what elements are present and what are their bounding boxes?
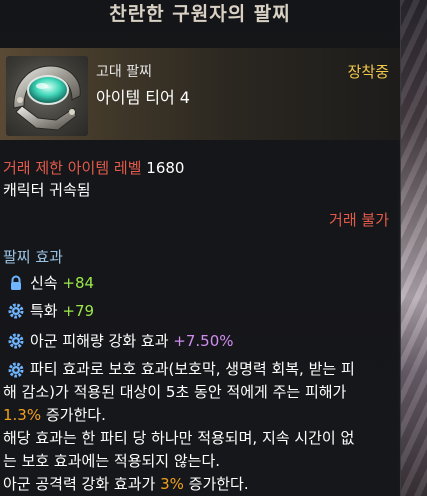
trade-restriction-level: 거래 제한 아이템 레벨 1680: [3, 157, 184, 178]
effect-text-line: 는 보호 효과에는 적용되지 않는다.: [3, 452, 221, 470]
trade-level-value: 1680: [146, 159, 185, 177]
lock-icon: [8, 275, 24, 291]
stat-value: +79: [62, 301, 95, 320]
stat-value: +7.50%: [173, 331, 234, 350]
stat-name: 특화: [30, 302, 58, 320]
effects-header: 팔찌 효과: [3, 248, 63, 266]
item-tooltip: 찬란한 구원자의 팔찌 고대 팔찌 아이템 티어 4 장착중 거래 제한 아이템…: [0, 0, 401, 496]
effect-text-line: 1.3% 증가한다.: [3, 404, 395, 427]
no-trade-status: 거래 불가: [329, 211, 389, 229]
effect-text-fragment: 아군 공격력 강화 효과가: [3, 475, 161, 493]
gear-icon: [8, 362, 24, 378]
special-effect-text: 파티 효과로 보호 효과(보호막, 생명력 회복, 받는 피 해 감소)가 적용…: [3, 358, 395, 496]
effect-text-fragment: 증가한다.: [183, 475, 249, 493]
item-tier: 아이템 티어 4: [96, 88, 190, 107]
gear-icon: [8, 333, 24, 349]
effect-text-line: 해 감소)가 적용된 대상이 5초 동안 적에게 주는 피해가: [3, 383, 347, 401]
bracelet-icon: [6, 56, 88, 136]
trade-level-label: 거래 제한 아이템 레벨: [3, 159, 142, 177]
item-grade: 고대 팔찌: [96, 64, 152, 80]
stat-row-swiftness: 신속 +84: [8, 272, 94, 293]
stat-row-ally-damage: 아군 피해량 강화 효과 +7.50%: [8, 330, 234, 351]
effect-text-line: 아군 공격력 강화 효과가 3% 증가한다.: [3, 473, 395, 496]
effect-percent: 3%: [160, 475, 184, 493]
item-name: 찬란한 구원자의 팔찌: [109, 3, 291, 25]
special-effect-line1: 파티 효과로 보호 효과(보호막, 생명력 회복, 받는 피: [3, 358, 395, 381]
effect-text-line: 해당 효과는 한 파티 당 하나만 적용되며, 지속 시간이 없: [3, 429, 355, 447]
stat-row-specialization: 특화 +79: [8, 300, 94, 321]
equipped-status: 장착중: [347, 63, 389, 81]
effect-percent: 1.3%: [3, 406, 42, 424]
stat-name: 아군 피해량 강화 효과: [30, 332, 169, 350]
gear-icon: [8, 303, 24, 319]
stat-name: 신속: [30, 274, 58, 292]
tooltip-title-bar: 찬란한 구원자의 팔찌: [0, 0, 400, 34]
background-scenery: [398, 0, 427, 496]
bound-status: 캐릭터 귀속됨: [3, 181, 91, 199]
effect-text-fragment: 증가한다.: [41, 406, 106, 424]
effect-text-line: 파티 효과로 보호 효과(보호막, 생명력 회복, 받는 피: [30, 360, 355, 378]
stat-value: +84: [62, 273, 95, 292]
